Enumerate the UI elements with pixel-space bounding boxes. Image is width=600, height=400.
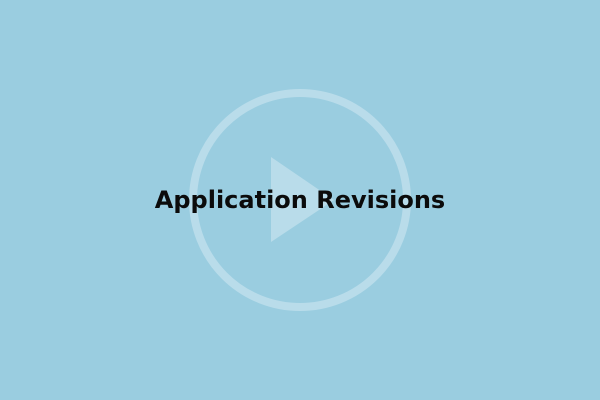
video-title: Application Revisions [154, 186, 446, 214]
video-thumbnail[interactable]: Application Revisions [0, 0, 600, 400]
